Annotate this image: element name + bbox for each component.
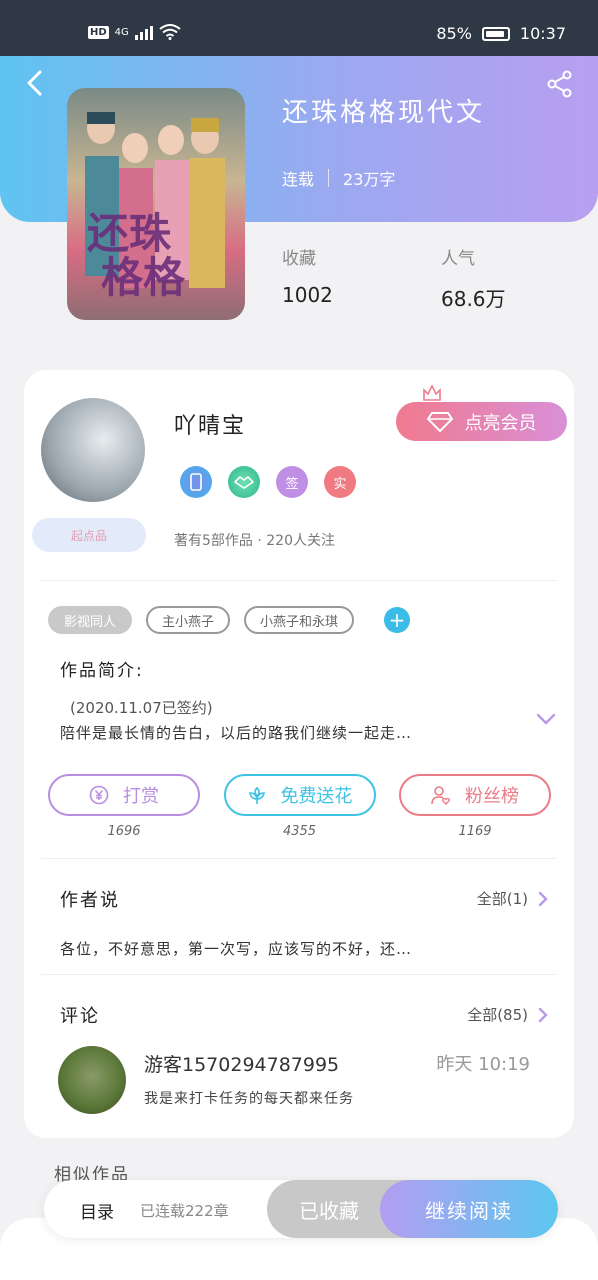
divider [41, 580, 557, 581]
intro-title: 作品简介: [60, 661, 144, 681]
reward-label: 打赏 [123, 786, 159, 807]
fan-ranking-button[interactable]: 粉丝榜 [399, 774, 551, 816]
flower-icon [248, 786, 265, 804]
book-title: 还珠格格现代文 [282, 98, 486, 128]
comment-text[interactable]: 我是来打卡任务的每天都来任务 [144, 1088, 354, 1108]
author-says-more-link[interactable]: 全部(1) [477, 888, 548, 909]
svg-text:格格: 格格 [101, 253, 186, 302]
verified-badge[interactable]: 实 [324, 466, 356, 498]
reward-button[interactable]: 打赏 [48, 774, 200, 816]
favorites-stat: 收藏 1002 [282, 244, 333, 307]
bottom-action-bar: 目录 已连载222章 已收藏 继续阅读 [44, 1180, 558, 1238]
meta-divider [328, 169, 330, 187]
tag-item[interactable]: 小燕子和永琪 [244, 606, 355, 634]
handshake-badge-icon[interactable] [228, 466, 260, 498]
book-info-card: 吖晴宝 点亮会员 签 实 起点品 著有5部作品 · 220人关注 影视同人 主小… [24, 370, 574, 1138]
author-says-text[interactable]: 各位，不好意思，第一次写，应该写的不好，还… [60, 938, 412, 959]
yen-coin-icon [89, 785, 109, 805]
tag-item[interactable]: 影视同人 [48, 606, 133, 634]
book-status: 连载 [282, 170, 315, 189]
fan-ranking-label: 粉丝榜 [465, 786, 519, 807]
user-heart-icon [431, 786, 451, 805]
commenter-avatar[interactable] [58, 1046, 126, 1114]
collected-label: 已收藏 [299, 1198, 359, 1223]
word-count: 23万字 [343, 170, 396, 189]
add-tag-icon[interactable]: + [384, 607, 411, 633]
back-arrow-icon[interactable] [24, 70, 46, 96]
author-works-info: 著有5部作品 · 220人关注 [174, 533, 335, 549]
intro-date: (2020.11.07已签约) [70, 699, 213, 717]
book-meta: 连载 23万字 [282, 166, 395, 190]
author-says-more-label: 全部(1) [476, 890, 528, 908]
diamond-icon [426, 411, 453, 432]
signal-icon [134, 24, 153, 40]
signed-badge[interactable]: 签 [276, 466, 308, 498]
tag-list: 影视同人 主小燕子 小燕子和永琪 + [48, 606, 411, 634]
action-counts: 1696 4355 1169 [48, 824, 551, 839]
rank-badge: 起点品 [32, 518, 146, 552]
status-bar: HD 4G 85% 10:37 [0, 0, 598, 56]
comments-more-link[interactable]: 全部(85) [467, 1004, 548, 1025]
fan-count: 1169 [458, 824, 492, 839]
author-name[interactable]: 吖晴宝 [174, 408, 246, 440]
action-buttons: 打赏 免费送花 粉丝榜 [48, 774, 551, 816]
popularity-label: 人气 [441, 249, 475, 269]
commenter-name[interactable]: 游客1570294787995 [144, 1050, 339, 1077]
chapter-count[interactable]: 已连载222章 [140, 1200, 229, 1221]
send-flower-label: 免费送花 [280, 786, 353, 807]
cover-figures-icon: 还珠 格格 [85, 112, 225, 302]
author-says-title: 作者说 [60, 890, 120, 911]
comments-title: 评论 [60, 1006, 100, 1027]
continue-reading-button[interactable]: 继续阅读 [380, 1180, 558, 1238]
wifi-icon [159, 24, 181, 40]
clock: 10:37 [519, 24, 566, 43]
comments-more-label: 全部(85) [467, 1006, 528, 1024]
hd-icon: HD [88, 25, 109, 39]
svg-text:还珠: 还珠 [87, 209, 172, 258]
chevron-down-icon[interactable] [536, 712, 556, 726]
continue-reading-label: 继续阅读 [425, 1198, 513, 1223]
chevron-right-icon [538, 1007, 548, 1022]
book-cover-image[interactable]: 还珠 格格 [67, 88, 245, 320]
network-label: 4G [114, 26, 129, 38]
chevron-right-icon [538, 891, 548, 906]
comment-time: 昨天 10:19 [436, 1054, 530, 1075]
intro-text: 陪伴是最长情的告白，以后的路我们继续一起走… [60, 724, 413, 742]
divider [41, 858, 557, 859]
battery-icon [481, 26, 510, 41]
reward-count: 1696 [107, 824, 141, 839]
vip-button-label: 点亮会员 [464, 412, 537, 434]
favorites-value: 1002 [282, 283, 333, 307]
author-badges: 签 实 [180, 466, 356, 498]
crown-icon [423, 384, 441, 401]
popularity-value: 68.6万 [441, 287, 506, 311]
battery-percent: 85% [436, 24, 472, 43]
favorites-label: 收藏 [282, 249, 316, 269]
author-avatar[interactable] [41, 398, 145, 502]
flower-count: 4355 [282, 824, 317, 839]
toc-button[interactable]: 目录 [80, 1198, 114, 1223]
divider [41, 974, 557, 975]
phone-badge-icon[interactable] [180, 466, 212, 498]
share-icon[interactable] [546, 70, 574, 98]
popularity-stat: 人气 68.6万 [441, 244, 506, 312]
tag-item[interactable]: 主小燕子 [146, 606, 231, 634]
vip-button[interactable]: 点亮会员 [396, 402, 567, 441]
send-flower-button[interactable]: 免费送花 [223, 774, 376, 816]
